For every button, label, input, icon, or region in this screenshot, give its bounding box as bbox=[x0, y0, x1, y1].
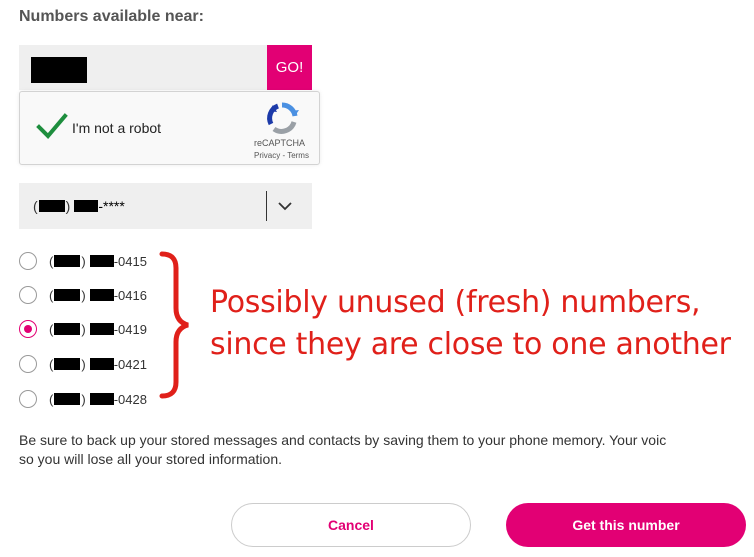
number-option[interactable]: () -0416 bbox=[19, 285, 147, 305]
redacted-prefix bbox=[89, 323, 114, 335]
number-option[interactable]: () -0415 bbox=[19, 251, 147, 271]
page-title: Numbers available near: bbox=[19, 8, 204, 25]
number-label: () -0416 bbox=[49, 287, 147, 303]
number-label: () -0421 bbox=[49, 356, 147, 372]
notice-line-1: Be sure to back up your stored messages … bbox=[19, 432, 667, 448]
select-divider bbox=[266, 191, 267, 221]
redacted-area-code bbox=[54, 358, 81, 370]
redacted-area-code bbox=[54, 323, 81, 335]
notice-line-2: so you will lose all your stored informa… bbox=[19, 451, 283, 467]
redacted-zip-value bbox=[31, 57, 87, 83]
redacted-prefix bbox=[89, 358, 114, 370]
redacted-area-code bbox=[54, 393, 81, 405]
radio-button[interactable] bbox=[19, 252, 37, 270]
recaptcha-privacy-terms[interactable]: Privacy - Terms bbox=[254, 151, 309, 160]
radio-button-selected[interactable] bbox=[19, 320, 37, 338]
redacted-area-code bbox=[54, 289, 81, 301]
recaptcha-brand-text: reCAPTCHA bbox=[254, 138, 306, 148]
number-suffix: -0416 bbox=[113, 287, 147, 303]
number-suffix: -0421 bbox=[113, 356, 147, 372]
zip-code-input[interactable] bbox=[19, 45, 267, 90]
redacted-prefix bbox=[89, 289, 114, 301]
checkmark-icon[interactable] bbox=[36, 112, 68, 142]
captcha-label: I'm not a robot bbox=[72, 120, 162, 136]
chevron-down-icon[interactable] bbox=[277, 198, 293, 214]
number-label: () -0428 bbox=[49, 391, 147, 407]
number-suffix: -0415 bbox=[113, 253, 147, 269]
prefix-suffix: -**** bbox=[98, 198, 125, 214]
number-suffix: -0419 bbox=[113, 321, 147, 337]
number-label: () -0419 bbox=[49, 321, 147, 337]
annotation-brace-icon bbox=[159, 251, 189, 399]
recaptcha-widget: I'm not a robot reCAPTCHA Privacy - Term… bbox=[19, 91, 320, 165]
number-suffix: -0428 bbox=[113, 391, 147, 407]
go-button[interactable]: GO! bbox=[267, 45, 312, 90]
number-option[interactable]: () -0419 bbox=[19, 319, 147, 339]
backup-notice: Be sure to back up your stored messages … bbox=[19, 431, 754, 469]
zip-search-row: GO! bbox=[19, 45, 312, 90]
number-option[interactable]: () -0428 bbox=[19, 389, 147, 409]
redacted-area-code bbox=[54, 255, 81, 267]
annotation-line-1: Possibly unused (fresh) numbers, bbox=[210, 285, 701, 320]
radio-button[interactable] bbox=[19, 390, 37, 408]
number-option[interactable]: () -0421 bbox=[19, 354, 147, 374]
annotation-text: Possibly unused (fresh) numbers, since t… bbox=[210, 282, 731, 366]
redacted-area-code bbox=[38, 200, 65, 212]
annotation-line-2: since they are close to one another bbox=[210, 327, 731, 362]
get-this-number-button[interactable]: Get this number bbox=[506, 503, 746, 547]
recaptcha-logo-icon bbox=[267, 102, 299, 134]
prefix-select[interactable]: () -**** bbox=[19, 183, 312, 229]
cancel-button[interactable]: Cancel bbox=[231, 503, 471, 547]
prefix-select-value: () -**** bbox=[33, 198, 125, 214]
number-label: () -0415 bbox=[49, 253, 147, 269]
redacted-prefix bbox=[89, 255, 114, 267]
number-selection-page: Numbers available near: GO! I'm not a ro… bbox=[0, 0, 754, 557]
radio-button[interactable] bbox=[19, 355, 37, 373]
redacted-prefix bbox=[74, 200, 99, 212]
redacted-prefix bbox=[89, 393, 114, 405]
radio-button[interactable] bbox=[19, 286, 37, 304]
